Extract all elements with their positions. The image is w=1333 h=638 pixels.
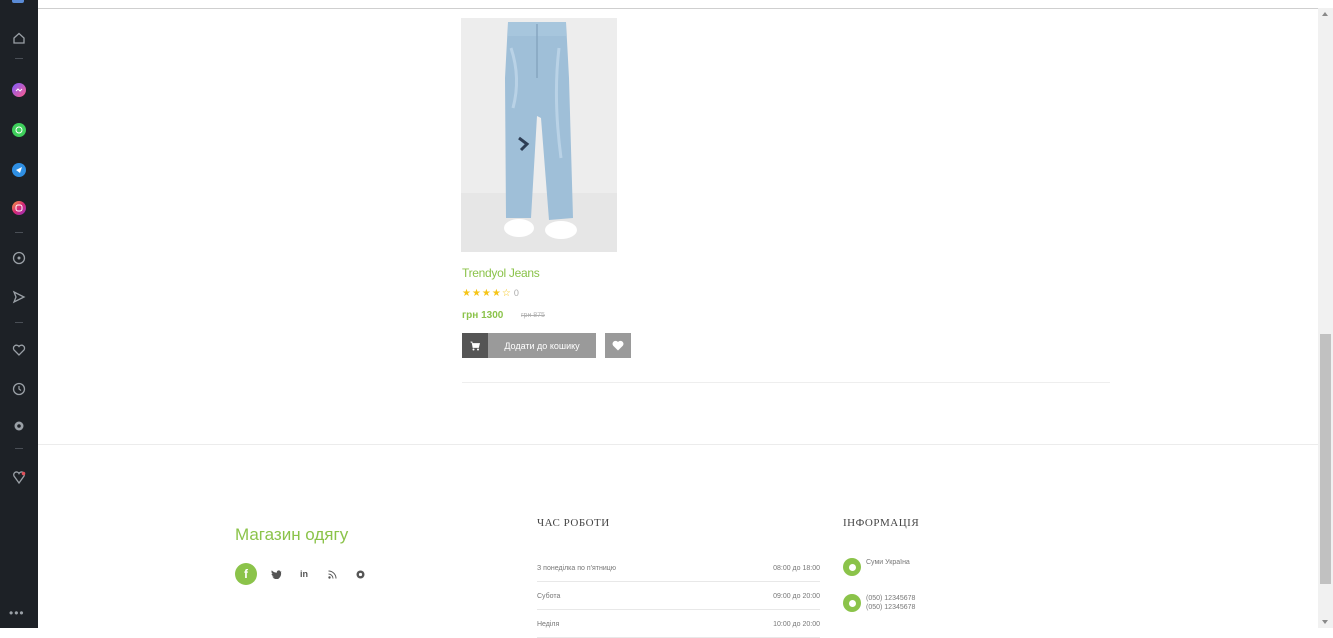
messenger-icon[interactable] — [9, 80, 29, 100]
hours-time: 10:00 до 20:00 — [773, 620, 820, 628]
whatsapp-icon[interactable] — [9, 120, 29, 140]
shop-title: Магазин одягу — [235, 525, 349, 544]
rating-stars: ★★★★☆ — [462, 288, 512, 299]
heart-icon — [612, 340, 624, 351]
product-name[interactable]: Trendyol Jeans — [462, 266, 540, 280]
sidebar-separator — [15, 58, 23, 59]
sidebar-top-indicator — [12, 0, 24, 3]
add-to-cart-button[interactable]: Додати до кошику — [462, 333, 596, 358]
sidebar-separator — [15, 448, 23, 449]
sidebar-separator — [15, 322, 23, 323]
hours-day: Субота — [537, 592, 561, 600]
heart-icon[interactable] — [9, 340, 29, 360]
twitter-icon[interactable] — [267, 569, 285, 579]
sidebar-separator — [15, 232, 23, 233]
rss-icon[interactable] — [323, 570, 341, 579]
linkedin-icon[interactable]: in — [295, 569, 313, 579]
hours-time: 08:00 до 18:00 — [773, 564, 820, 572]
facebook-icon[interactable]: f — [235, 563, 257, 585]
hours-day: З понеділка по п'ятницю — [537, 564, 617, 572]
browser-sidebar: ••• — [0, 0, 38, 628]
cart-icon — [462, 333, 488, 358]
hours-row: Неділя 10:00 до 20:00 — [537, 611, 820, 638]
product-price: грн 1300 — [462, 310, 504, 321]
history-icon[interactable] — [9, 379, 29, 399]
instagram-icon[interactable] — [9, 198, 29, 218]
pinterest-icon[interactable] — [351, 570, 369, 579]
social-links: f in — [235, 563, 379, 585]
hours-row: З понеділка по п'ятницю 08:00 до 18:00 — [537, 555, 820, 582]
telegram-icon[interactable] — [9, 160, 29, 180]
info-heading: ІНФОРМАЦІЯ — [843, 517, 920, 529]
send-icon[interactable] — [9, 287, 29, 307]
hours-row: Субота 09:00 до 20:00 — [537, 583, 820, 610]
product-rating: ★★★★☆ 0 — [462, 288, 520, 299]
home-icon[interactable] — [9, 28, 29, 48]
hours-time: 09:00 до 20:00 — [773, 592, 820, 600]
scroll-up-arrow[interactable] — [1322, 12, 1328, 16]
add-to-cart-label: Додати до кошику — [504, 340, 580, 351]
info-location: Суми Україна — [866, 559, 910, 566]
settings-icon[interactable] — [9, 416, 29, 436]
scroll-down-arrow[interactable] — [1322, 620, 1328, 624]
phone-icon — [843, 594, 861, 612]
wishlist-button[interactable] — [605, 333, 631, 358]
scroll-thumb[interactable] — [1320, 334, 1331, 584]
location-icon — [843, 558, 861, 576]
hours-day: Неділя — [537, 620, 560, 628]
player-icon[interactable] — [9, 248, 29, 268]
rating-count: 0 — [513, 288, 520, 298]
product-image[interactable] — [461, 18, 617, 252]
info-phone-2: (050) 12345678 — [866, 604, 916, 611]
more-options-icon[interactable]: ••• — [9, 606, 25, 620]
pinboard-icon[interactable] — [9, 468, 29, 488]
info-phone-1: (050) 12345678 — [866, 595, 916, 602]
top-border — [38, 8, 1318, 9]
footer-divider — [38, 444, 1318, 445]
page-scrollbar[interactable] — [1318, 8, 1333, 628]
hours-heading: ЧАС РОБОТИ — [537, 517, 610, 529]
product-divider — [462, 382, 1110, 383]
product-old-price: грн 875 — [521, 312, 545, 319]
